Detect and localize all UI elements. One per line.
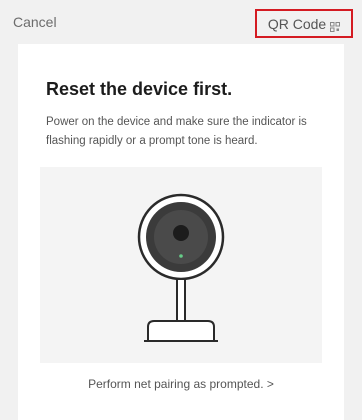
net-pairing-link[interactable]: Perform net pairing as prompted. > [18, 377, 344, 391]
qr-code-icon [330, 19, 341, 32]
cancel-button[interactable]: Cancel [13, 14, 57, 30]
indicator-light-icon [179, 254, 183, 258]
reset-device-card: Reset the device first. Power on the dev… [18, 44, 344, 420]
camera-lens [173, 225, 189, 241]
camera-stand-neck [176, 278, 186, 324]
top-bar: Cancel QR Code [0, 0, 362, 44]
instruction-text: Power on the device and make sure the in… [46, 116, 307, 147]
qr-code-label: QR Code [267, 15, 327, 32]
qr-code-button[interactable]: QR Code [255, 9, 353, 38]
camera-stand-base [147, 320, 215, 342]
page-title: Reset the device first. [46, 79, 233, 99]
smart-camera-illustration [137, 193, 225, 342]
camera-illustration-panel [40, 167, 322, 363]
